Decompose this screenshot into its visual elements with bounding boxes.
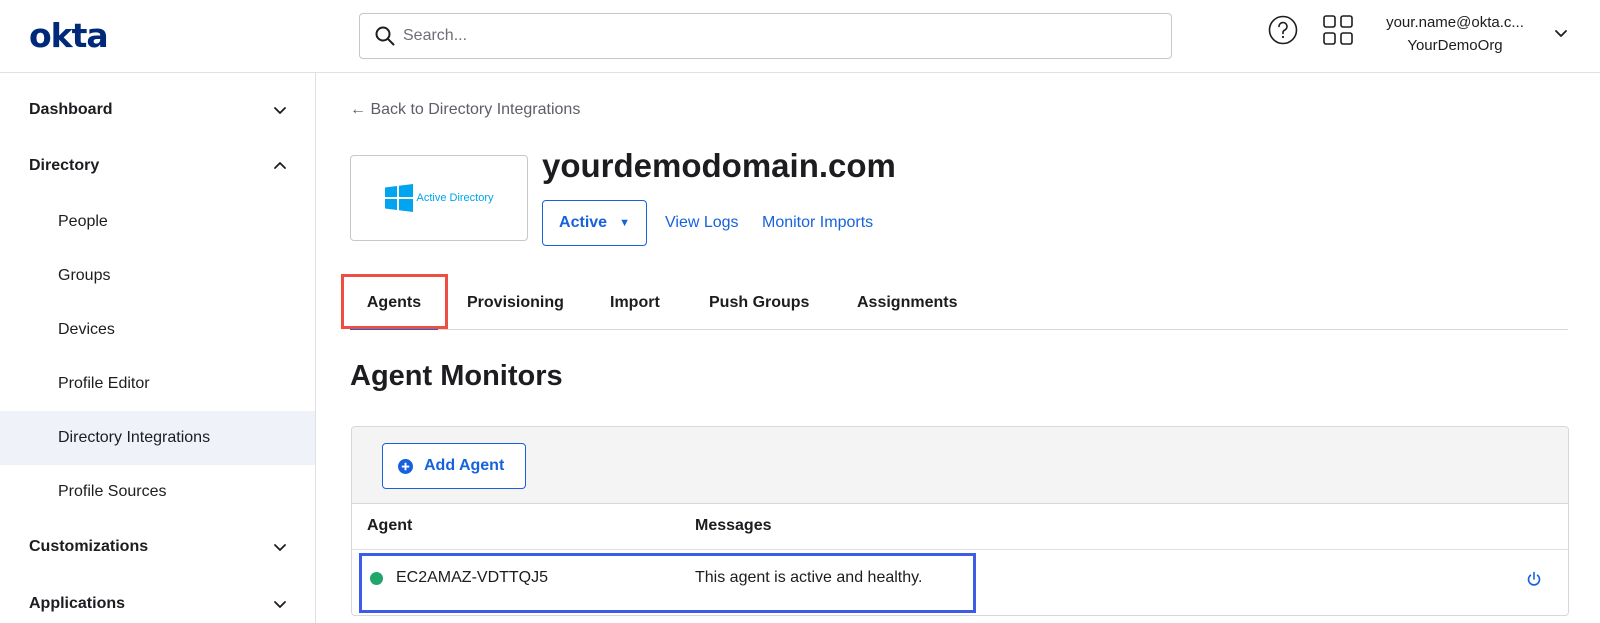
add-agent-label: Add Agent — [424, 457, 505, 474]
user-menu[interactable]: your.name@okta.c... YourDemoOrg — [1370, 11, 1540, 57]
sidebar-item-directory-integrations[interactable]: Directory Integrations — [0, 411, 315, 465]
view-logs-link[interactable]: View Logs — [665, 214, 739, 232]
sidebar-section-label: Directory — [29, 157, 100, 174]
sidebar-item-devices[interactable]: Devices — [0, 303, 315, 357]
tab-provisioning[interactable]: Provisioning — [467, 276, 564, 330]
tab-assignments[interactable]: Assignments — [857, 276, 957, 330]
back-to-directory-integrations-link[interactable]: ← Back to Directory Integrations — [350, 101, 580, 119]
user-org: YourDemoOrg — [1407, 37, 1503, 54]
search-bar[interactable] — [359, 13, 1172, 59]
sidebar-item-profile-sources[interactable]: Profile Sources — [0, 465, 315, 519]
sidebar-section-label: Dashboard — [29, 101, 113, 118]
search-icon — [375, 26, 395, 46]
tab-import[interactable]: Import — [610, 276, 660, 330]
top-bar: okta your.name@okta.c... YourDemoOrg — [0, 0, 1600, 73]
chevron-up-icon — [274, 162, 286, 169]
sidebar-item-people[interactable]: People — [0, 195, 315, 249]
sidebar-item-profile-editor[interactable]: Profile Editor — [0, 357, 315, 411]
sidebar-item-label: Devices — [58, 321, 115, 338]
sidebar-section-applications[interactable]: Applications — [0, 577, 315, 623]
status-label: Active — [559, 214, 608, 231]
apps-grid-icon[interactable] — [1322, 14, 1354, 46]
section-title: Agent Monitors — [350, 360, 563, 392]
agent-row-highlight — [359, 553, 976, 613]
agents-tab-highlight — [341, 274, 448, 329]
windows-logo-icon — [385, 184, 414, 212]
help-icon[interactable] — [1268, 15, 1298, 45]
table-row-divider — [352, 549, 1568, 550]
page-title: yourdemodomain.com — [542, 147, 896, 184]
chevron-down-icon — [274, 601, 286, 608]
add-agent-button[interactable]: Add Agent — [382, 443, 526, 489]
power-icon[interactable] — [1526, 571, 1542, 587]
sidebar-section-customizations[interactable]: Customizations — [0, 520, 315, 574]
okta-logo[interactable]: okta — [29, 14, 109, 58]
plus-circle-icon — [398, 458, 413, 474]
sidebar-section-label: Customizations — [29, 538, 149, 555]
sidebar-section-dashboard[interactable]: Dashboard — [0, 83, 315, 137]
column-header-messages: Messages — [695, 517, 772, 534]
status-dropdown-button[interactable]: Active ▼ — [542, 200, 647, 246]
user-email: your.name@okta.c... — [1386, 14, 1524, 31]
sidebar-item-groups[interactable]: Groups — [0, 249, 315, 303]
caret-down-icon: ▼ — [619, 217, 630, 229]
app-logo: Active Directory — [350, 155, 528, 241]
sidebar-section-label: Applications — [29, 595, 126, 612]
tab-bar: Agents Provisioning Import Push Groups A… — [350, 276, 1568, 330]
sidebar: Dashboard Directory People Groups Device… — [0, 73, 316, 623]
monitor-imports-link[interactable]: Monitor Imports — [762, 214, 873, 232]
sidebar-item-label: People — [58, 213, 108, 230]
sidebar-item-label: Groups — [58, 267, 111, 284]
sidebar-section-directory[interactable]: Directory — [0, 139, 315, 193]
sidebar-item-label: Profile Sources — [58, 483, 167, 500]
sidebar-item-label: Profile Editor — [58, 375, 150, 392]
chevron-down-icon[interactable] — [1553, 25, 1569, 41]
app-logo-text: Active Directory — [416, 192, 494, 204]
search-input[interactable] — [403, 27, 1103, 45]
chevron-down-icon — [274, 544, 286, 551]
panel-toolbar: Add Agent — [352, 427, 1568, 504]
tab-push-groups[interactable]: Push Groups — [709, 276, 809, 330]
chevron-down-icon — [274, 107, 286, 114]
column-header-agent: Agent — [367, 517, 413, 534]
sidebar-item-label: Directory Integrations — [58, 429, 211, 446]
